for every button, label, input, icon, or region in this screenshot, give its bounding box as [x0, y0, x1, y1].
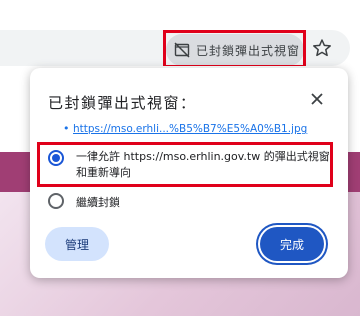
blocked-popup-link[interactable]: https://mso.erhli...%B5%B7%E5%A0%B1.jpg [73, 123, 307, 135]
link-bullet: • [63, 122, 70, 135]
star-outline-icon[interactable] [312, 38, 332, 58]
browser-toolbar: 已封鎖彈出式視窗 [0, 0, 360, 68]
highlight-box-chip [163, 30, 306, 68]
done-button[interactable]: 完成 [260, 227, 324, 261]
popup-blocked-dialog: 已封鎖彈出式視窗： • https://mso.erhli...%B5%B7%E… [30, 68, 348, 278]
blocked-popup-link-item[interactable]: • https://mso.erhli...%B5%B7%E5%A0%B1.jp… [60, 121, 340, 139]
manage-button[interactable]: 管理 [45, 227, 109, 261]
highlight-box-option [37, 142, 333, 187]
keep-blocking-label[interactable]: 繼續封鎖 [76, 194, 120, 210]
close-icon[interactable] [308, 90, 326, 108]
dialog-title: 已封鎖彈出式視窗： [48, 94, 197, 112]
keep-blocking-radio[interactable] [48, 193, 64, 209]
